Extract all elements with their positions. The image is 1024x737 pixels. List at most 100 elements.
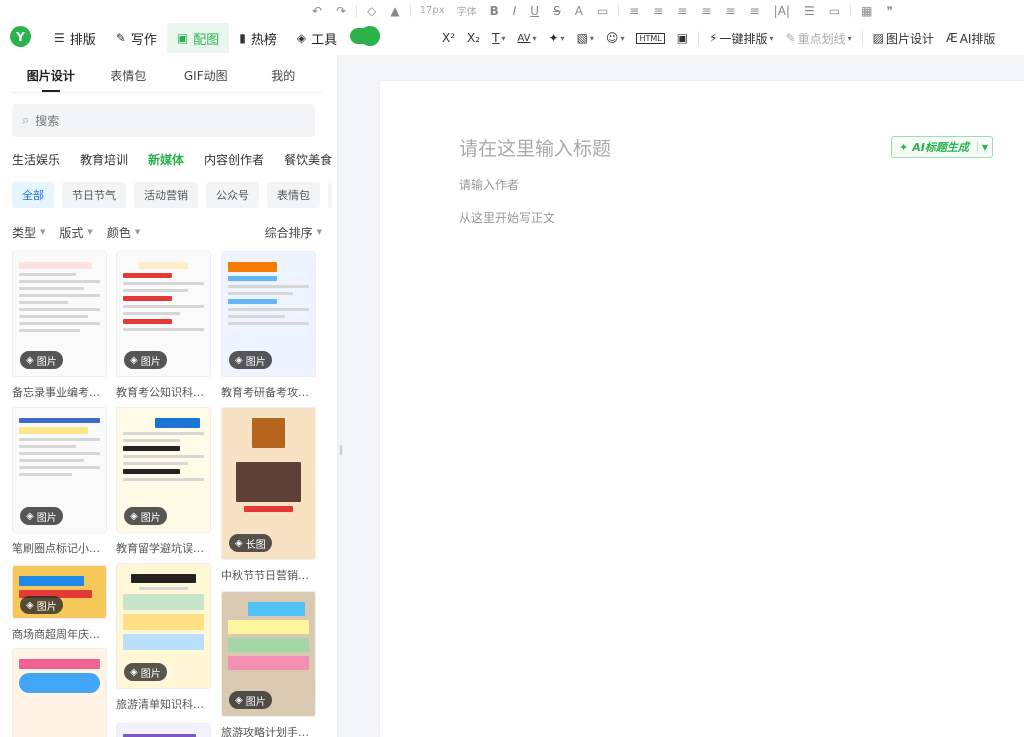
template-thumbnail[interactable]: ◈ 图片	[12, 407, 107, 533]
tab-layout[interactable]: ☰ 排版	[44, 23, 106, 53]
insert-image-button[interactable]: ▧ ▾	[571, 21, 600, 55]
chip-stickers[interactable]: 表情包	[267, 182, 320, 208]
superscript-icon[interactable]: X²	[436, 21, 461, 55]
template-thumbnail[interactable]: ◈ 长图	[221, 407, 316, 560]
tab-tools[interactable]: ◈ 工具	[287, 23, 347, 53]
toolbox-icon[interactable]: ▣	[671, 21, 694, 55]
template-thumbnail[interactable]: ◈ 图片	[116, 563, 211, 689]
chevron-down-icon: ▼	[87, 228, 93, 236]
author-input[interactable]: 请输入作者	[459, 176, 519, 193]
category-food[interactable]: 餐饮美食	[284, 151, 332, 173]
emoji-button[interactable]: ☺ ▾	[600, 21, 631, 55]
body-input[interactable]: 从这里开始写正文	[459, 209, 555, 226]
letter-spacing-icon[interactable]: |A|	[767, 0, 797, 21]
align-right-icon[interactable]: ≡	[670, 0, 694, 21]
border-icon[interactable]: ▭	[822, 0, 847, 21]
font-color-icon[interactable]: A	[568, 0, 590, 21]
chip-festival[interactable]: 节日节气	[62, 182, 126, 208]
strikethrough-icon[interactable]: S	[546, 0, 568, 21]
app-logo[interactable]: Y	[10, 26, 31, 47]
one-key-layout-button[interactable]: ⚡ 一键排版 ▾	[703, 21, 779, 55]
category-education[interactable]: 教育培训	[80, 151, 128, 173]
chip-all[interactable]: 全部	[12, 182, 54, 208]
tab-label: 写作	[130, 32, 157, 48]
lightning-icon: ⚡	[709, 31, 718, 45]
align-center-icon[interactable]: ≡	[646, 0, 670, 21]
filter-type[interactable]: 类型 ▼	[12, 222, 45, 242]
tab-writing[interactable]: ✎ 写作	[106, 23, 167, 53]
template-card[interactable]: ◈ 图片 旅游攻略计划手…	[221, 591, 316, 737]
subscript-icon[interactable]: X₂	[461, 21, 486, 55]
magic-button[interactable]: ✦ ▾	[542, 21, 570, 55]
subtab-gif[interactable]: GIF动图	[167, 55, 245, 92]
line-height-icon[interactable]: ≡	[694, 0, 718, 21]
template-thumbnail[interactable]: ◈ 图片	[116, 407, 211, 533]
tab-images[interactable]: ▣ 配图	[166, 23, 230, 53]
keypoint-underline-button[interactable]: ✎ 重点划线 ▾	[780, 21, 858, 55]
list-icon[interactable]: ☰	[797, 0, 822, 21]
chip-general[interactable]: 通	[328, 182, 332, 208]
category-creators[interactable]: 内容创作者	[204, 151, 264, 173]
table-icon[interactable]: ▦	[854, 0, 879, 21]
template-thumbnail[interactable]: ◈ 图片	[221, 591, 316, 717]
eraser-icon[interactable]: ◇	[360, 0, 383, 21]
template-thumbnail[interactable]: ◈ 图片	[116, 251, 211, 377]
font-family-select[interactable]: 字体	[451, 0, 483, 21]
chip-marketing[interactable]: 活动营销	[134, 182, 198, 208]
filter-color[interactable]: 颜色 ▼	[107, 222, 140, 242]
align-left-icon[interactable]: ≡	[622, 0, 646, 21]
ai-title-generate-button[interactable]: ✦ AI标题生成 ▼	[891, 136, 993, 158]
underline-icon[interactable]: U	[523, 0, 546, 21]
title-input[interactable]: 请在这里输入标题	[459, 134, 611, 161]
bold-icon[interactable]: B	[483, 0, 506, 21]
image-design-button[interactable]: ▨ 图片设计	[867, 21, 940, 55]
indent-icon[interactable]: ≡	[743, 0, 767, 21]
category-new-media[interactable]: 新媒体	[148, 151, 184, 173]
category-life[interactable]: 生活娱乐	[12, 151, 60, 173]
badge-label: 图片	[140, 512, 161, 524]
template-card[interactable]: ◈ 图片 教育留学避坑误…	[116, 407, 211, 556]
template-card[interactable]	[116, 723, 211, 737]
template-thumbnail[interactable]	[116, 723, 211, 737]
html-button[interactable]: HTML	[630, 21, 670, 55]
format-painter-icon[interactable]: ▲	[383, 0, 406, 21]
letter-spacing-button[interactable]: AV ▾	[511, 21, 542, 55]
template-card[interactable]: ◈ 图片 备忘录事业编考…	[12, 251, 107, 400]
template-card[interactable]: ◈ 图片 旅游清单知识科…	[116, 563, 211, 712]
redo-icon[interactable]: ↷	[329, 0, 353, 21]
sort-select[interactable]: 综合排序 ▼	[265, 222, 322, 242]
chip-official-account[interactable]: 公众号	[206, 182, 259, 208]
text-style-button[interactable]: T ▾	[486, 21, 511, 55]
undo-icon[interactable]: ↶	[305, 0, 329, 21]
paragraph-spacing-icon[interactable]: ≡	[719, 0, 743, 21]
template-thumbnail[interactable]: ◈ 图片	[12, 565, 107, 619]
template-card[interactable]: ◈ 长图 中秋节节日营销…	[221, 407, 316, 583]
template-thumbnail[interactable]: ◈ 图片	[12, 251, 107, 377]
template-card[interactable]: ◈ 图片 商场商超周年庆…	[12, 565, 107, 642]
ai-layout-button[interactable]: Æ AI排版	[940, 21, 1001, 55]
quote-icon[interactable]: ❞	[879, 0, 899, 21]
chevron-down-icon[interactable]: ▼	[982, 143, 988, 152]
search-input[interactable]	[35, 113, 276, 128]
divider	[861, 31, 863, 45]
template-card[interactable]	[12, 648, 107, 737]
subtab-stickers[interactable]: 表情包	[90, 55, 168, 92]
chevron-down-icon: ▾	[847, 33, 852, 43]
sidebar-resize-handle[interactable]: ‖	[337, 438, 345, 462]
italic-icon[interactable]: I	[506, 0, 524, 21]
template-card[interactable]: ◈ 图片 教育考公知识科…	[116, 251, 211, 400]
template-card[interactable]: ◈ 图片 教育考研备考攻…	[221, 251, 316, 400]
font-size-select[interactable]: 17px	[414, 0, 451, 21]
tab-trending[interactable]: ▮ 热榜	[229, 23, 287, 53]
filter-layout[interactable]: 版式 ▼	[59, 222, 92, 242]
template-card[interactable]: ◈ 图片 笔刷圈点标记小…	[12, 407, 107, 556]
panel-toggle[interactable]	[350, 26, 380, 46]
format-toolbar-top: ↶ ↷ ◇ ▲ 17px 字体 B I U S A ▭ ≡ ≡ ≡ ≡ ≡ ≡ …	[0, 0, 1024, 21]
editor-canvas[interactable]: 请在这里输入标题 ✦ AI标题生成 ▼ 请输入作者 从这里开始写正文	[380, 81, 1024, 737]
highlight-icon[interactable]: ▭	[590, 0, 615, 21]
subtab-image-design[interactable]: 图片设计	[12, 55, 90, 92]
template-thumbnail[interactable]: ◈ 图片	[221, 251, 316, 377]
subtab-mine[interactable]: 我的	[245, 55, 323, 92]
search-box[interactable]: ⌕	[12, 104, 315, 137]
template-thumbnail[interactable]	[12, 648, 107, 737]
